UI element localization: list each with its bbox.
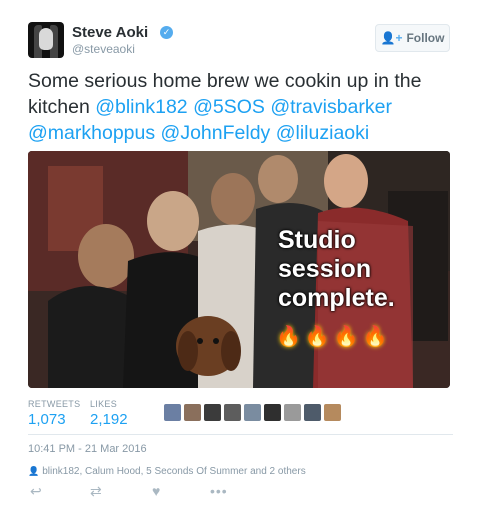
tweet-actions: ↩ ⇄ ♥ ••• [30,483,250,503]
retweets-count: 1,073 [28,411,66,428]
tweet-timestamp[interactable]: 10:41 PM - 21 Mar 2016 [28,443,147,455]
tweet-stats: RETWEETS 1,073 LIKES 2,192 [28,399,453,433]
photo-caption-line: complete. [278,284,395,312]
retweet-icon[interactable]: ⇄ [90,483,102,500]
add-person-icon: 👤+ [380,31,403,45]
follow-button-label: Follow [406,31,445,45]
liker-avatar[interactable] [164,404,181,421]
divider [28,434,453,435]
tweet-text: Some serious home brew we cookin up in t… [28,68,458,146]
photo-caption-line: Studio [278,226,356,254]
liker-avatar[interactable] [324,404,341,421]
mention-link[interactable]: @travisbarker [270,96,392,118]
follow-button[interactable]: 👤+ Follow [375,24,450,52]
retweets-stat[interactable]: RETWEETS 1,073 [28,399,80,428]
liker-avatar[interactable] [184,404,201,421]
mention-link[interactable]: @5SOS [193,96,265,118]
author-handle[interactable]: @steveaoki [72,42,135,56]
verified-badge-icon: ✓ [160,26,173,39]
tweet-photo[interactable]: Studio session complete. 🔥🔥🔥🔥 [28,151,450,388]
tagged-people-text: blink182, Calum Hood, 5 Seconds Of Summe… [42,466,306,477]
person-tag-icon: 👤 [28,466,40,476]
photo-caption-line: session [278,255,372,283]
photo-caption: Studio session complete. [278,226,395,313]
heart-icon[interactable]: ♥ [152,483,160,499]
liker-avatar[interactable] [304,404,321,421]
mention-link[interactable]: @JohnFeldy [161,122,271,144]
liker-avatar[interactable] [224,404,241,421]
liker-avatar[interactable] [284,404,301,421]
author-name[interactable]: Steve Aoki [72,24,148,41]
liker-avatar[interactable] [264,404,281,421]
reply-icon[interactable]: ↩ [30,483,42,500]
tweet-header: Steve Aoki ✓ @steveaoki 👤+ Follow [28,22,453,62]
likes-stat[interactable]: LIKES 2,192 [90,399,128,428]
likes-label: LIKES [90,399,118,409]
more-icon[interactable]: ••• [210,483,228,499]
mention-link[interactable]: @markhoppus [28,122,155,144]
retweets-label: RETWEETS [28,399,81,409]
author-avatar[interactable] [28,22,64,58]
liker-avatars [164,404,341,421]
liker-avatar[interactable] [244,404,261,421]
mention-link[interactable]: @liluziaoki [276,122,370,144]
fire-emoji-row: 🔥🔥🔥🔥 [276,326,392,348]
liker-avatar[interactable] [204,404,221,421]
photo-tagged-people[interactable]: 👤 blink182, Calum Hood, 5 Seconds Of Summ… [28,466,306,477]
likes-count: 2,192 [90,411,128,428]
mention-link[interactable]: @blink182 [95,96,187,118]
